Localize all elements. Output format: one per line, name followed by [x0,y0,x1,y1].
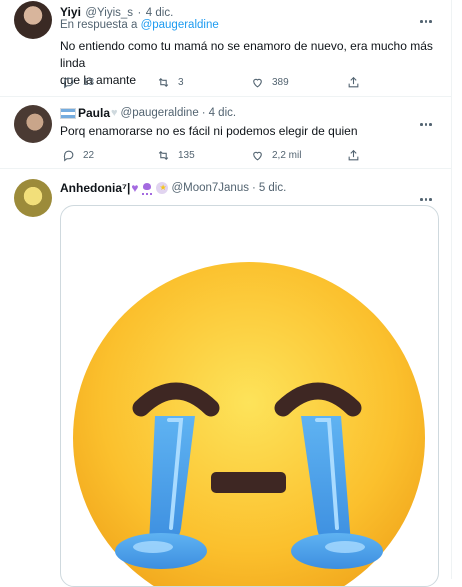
retweet-count: 3 [178,77,184,88]
timestamp[interactable]: 4 dic. [146,7,174,19]
handle[interactable]: @Moon7Janus [171,182,249,194]
like-count: 389 [272,77,289,88]
retweet-icon [158,77,169,88]
octopus-icon [141,182,153,195]
more-icon[interactable] [420,113,434,126]
tweet-anhedonia[interactable]: Anhedonia ⁷| ♥ ★ @Moon7Janus · 5 dic. [0,169,452,587]
tweet-header: Anhedonia ⁷| ♥ ★ @Moon7Janus · 5 dic. [60,181,286,195]
separator: · [201,107,206,119]
like-icon [253,151,262,161]
more-icon[interactable] [420,10,434,23]
tweet-text-line: No entiendo como tu mamá no se enamoro d… [60,39,433,70]
reply-count: 22 [83,150,95,161]
timestamp[interactable]: 5 dic. [259,182,287,194]
display-name[interactable]: Yiyi [60,5,81,19]
handle[interactable]: @paugeraldine [121,107,199,119]
tweet-yiyi[interactable]: Yiyi @Yiyis_s · 4 dic. En respuesta a @p… [0,0,452,92]
reply-icon [63,77,74,89]
handle[interactable]: @Yiyis_s [85,7,133,19]
avatar[interactable] [14,1,52,39]
like-count: 2,2 mil [272,150,302,161]
white-heart-icon: ♥ [111,107,118,119]
retweet-button[interactable]: 135 [157,149,251,162]
media-card[interactable] [60,205,439,587]
like-button[interactable]: 389 [251,76,347,89]
separator: · [137,7,142,19]
purple-heart-icon: ♥ [131,181,139,195]
reply-icon [63,150,74,162]
retweet-count: 135 [178,150,195,161]
moon-star-icon: ★ [156,182,169,194]
share-icon [348,149,359,161]
tweet-header: Paula ♥ @paugeraldine · 4 dic. [60,106,236,120]
like-button[interactable]: 2,2 mil [251,149,347,162]
display-name[interactable]: Paula [78,106,110,120]
avatar[interactable] [14,179,52,217]
retweet-icon [158,150,169,161]
timestamp[interactable]: 4 dic. [209,107,237,119]
share-icon [348,76,359,88]
retweet-button[interactable]: 3 [157,76,251,89]
loudly-crying-face-emoji [73,262,425,586]
avatar[interactable] [14,105,52,143]
like-icon [253,78,262,88]
argentina-flag-icon [60,107,76,119]
tweet-paula[interactable]: Paula ♥ @paugeraldine · 4 dic. Porq enam… [0,97,452,169]
reply-context: En respuesta a @paugeraldine [60,19,219,31]
share-button[interactable] [347,76,368,89]
reply-button[interactable]: 22 [62,149,157,162]
more-icon[interactable] [420,188,434,201]
action-bar: 13 3 389 [62,76,368,89]
action-bar: 22 135 2,2 mil [62,149,368,162]
reply-button[interactable]: 13 [62,76,157,89]
display-name-suffix: ⁷| [122,181,131,195]
display-name[interactable]: Anhedonia [60,181,122,195]
reply-to-link[interactable]: @paugeraldine [141,19,219,31]
separator: · [251,182,256,194]
tweet-text: Porq enamorarse no es fácil ni podemos e… [60,124,358,138]
share-button[interactable] [347,149,368,162]
reply-count: 13 [83,77,95,88]
reply-prefix: En respuesta a [60,19,138,31]
